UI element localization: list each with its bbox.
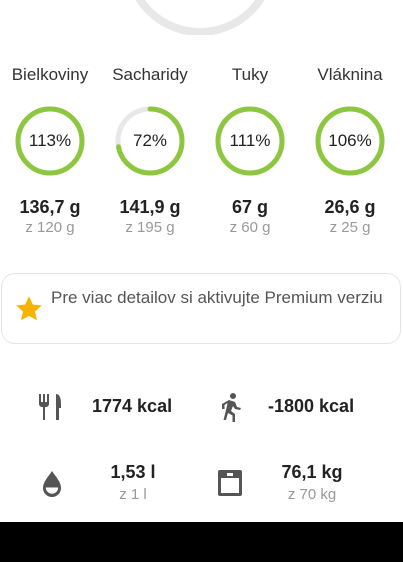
premium-banner[interactable]: Pre viac detailov si aktivujte Premium v… <box>1 273 401 344</box>
macro-protein[interactable]: Bielkoviny 113% 136,7 g z 120 g <box>0 60 100 238</box>
stat-water[interactable]: 1,53 l z 1 l <box>30 458 210 508</box>
running-icon <box>222 393 241 422</box>
macro-goal: z 120 g <box>25 219 75 236</box>
macro-percent: 72% <box>132 131 168 150</box>
macro-goal: z 195 g <box>125 219 175 236</box>
macro-label: Sacharidy <box>112 65 188 84</box>
stat-food-calories[interactable]: 1774 kcal <box>30 382 210 432</box>
stat-value: 1774 kcal <box>92 396 173 416</box>
macro-progress-ring: 106% <box>315 106 385 176</box>
macro-goal: z 60 g <box>229 219 271 236</box>
macro-value: 136,7 g <box>19 197 81 217</box>
stat-exercise-calories[interactable]: -1800 kcal <box>210 382 400 432</box>
macro-carbs[interactable]: Sacharidy 72% 141,9 g z 195 g <box>100 60 200 238</box>
macro-percent: 106% <box>328 131 372 150</box>
macro-progress-ring: 113% <box>15 106 85 176</box>
premium-message: Pre viac detailov si aktivujte Premium v… <box>51 288 383 307</box>
scale-icon <box>218 470 242 496</box>
macro-percent: 113% <box>28 131 72 150</box>
macro-progress-ring: 72% <box>115 106 185 176</box>
macro-value: 67 g <box>231 197 269 217</box>
fork-knife-icon <box>39 394 61 420</box>
calorie-ring-partial <box>135 0 265 35</box>
macro-label: Vláknina <box>317 65 383 84</box>
macro-progress-ring: 111% <box>215 106 285 176</box>
macro-value: 141,9 g <box>119 197 181 217</box>
macro-fat[interactable]: Tuky 111% 67 g z 60 g <box>200 60 300 238</box>
stat-goal: z 70 kg <box>287 486 337 503</box>
water-drop-icon <box>43 471 61 497</box>
macro-goal: z 25 g <box>329 219 371 236</box>
macro-percent: 111% <box>229 131 271 150</box>
macro-value: 26,6 g <box>324 197 376 217</box>
macro-label: Bielkoviny <box>11 65 89 84</box>
stat-goal: z 1 l <box>119 486 147 503</box>
macro-label: Tuky <box>231 65 269 84</box>
stat-value: -1800 kcal <box>268 396 355 416</box>
macro-fiber[interactable]: Vláknina 106% 26,6 g z 25 g <box>300 60 400 238</box>
stat-value: 76,1 kg <box>281 462 343 482</box>
star-icon <box>16 296 42 321</box>
stat-value: 1,53 l <box>110 462 156 482</box>
macro-summary: Bielkoviny 113% 136,7 g z 120 g Sacharid… <box>0 60 403 240</box>
nutrition-summary-screen: Bielkoviny 113% 136,7 g z 120 g Sacharid… <box>0 0 403 522</box>
stat-weight[interactable]: 76,1 kg z 70 kg <box>210 458 400 508</box>
